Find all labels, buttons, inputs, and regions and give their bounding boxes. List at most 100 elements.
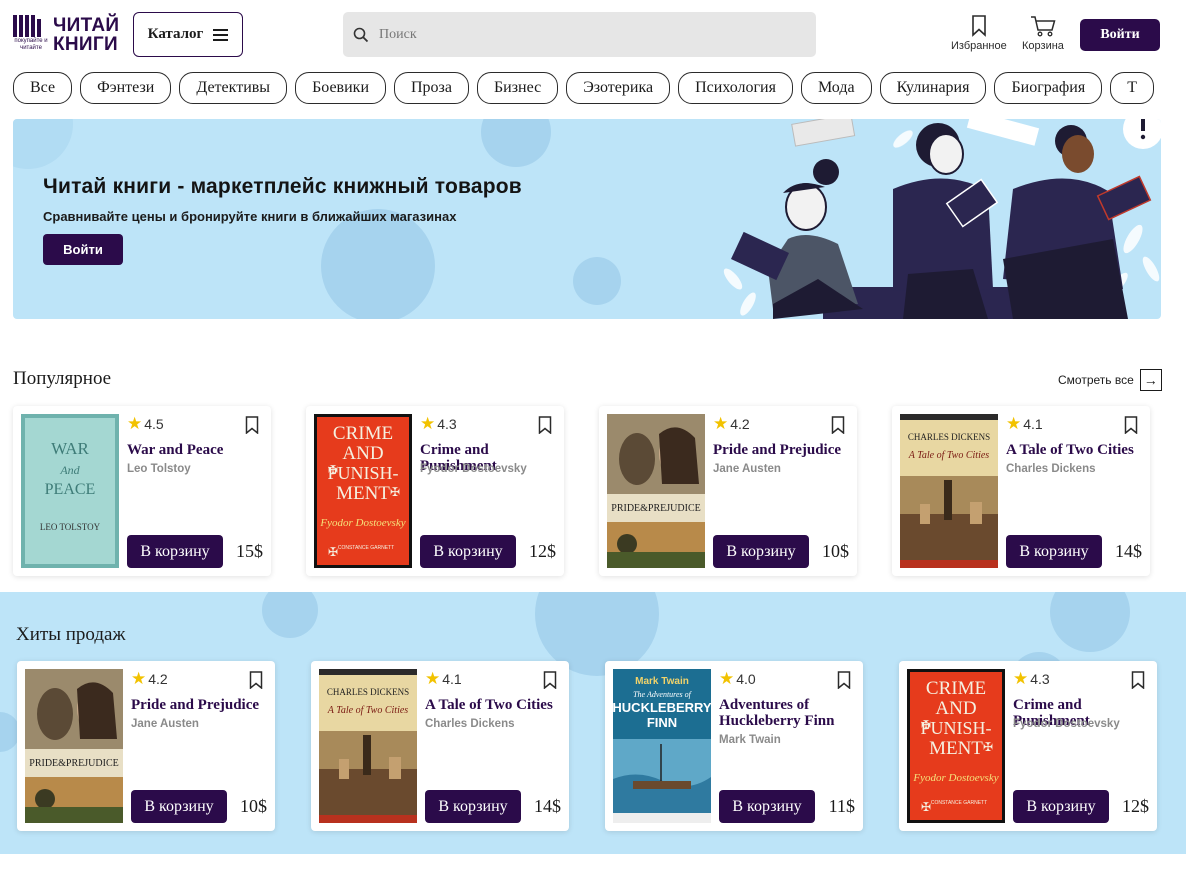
svg-text:MENT: MENT <box>929 738 983 759</box>
svg-text:CRIME: CRIME <box>926 678 986 699</box>
bookmark-icon[interactable] <box>245 416 259 434</box>
book-card[interactable]: CHARLES DICKENS A Tale of Two Cities ★ 4… <box>311 661 569 831</box>
svg-text:CHARLES DICKENS: CHARLES DICKENS <box>908 432 990 442</box>
price: 14$ <box>534 796 561 816</box>
book-cover[interactable]: WAR And PEACE LEO TOLSTOY <box>21 414 119 568</box>
logo[interactable]: покупайте и читайте ЧИТАЙ КНИГИ <box>13 15 119 55</box>
rating: ★ 4.5 <box>127 415 164 432</box>
star-icon: ★ <box>719 669 735 688</box>
reading-people-illustration <box>723 119 1161 319</box>
book-card[interactable]: CRIME AND PUNISH- MENT Fyodor Dostoevsky… <box>899 661 1157 831</box>
book-title[interactable]: Pride and Prejudice <box>713 442 843 458</box>
rating-value: 4.2 <box>730 415 750 432</box>
add-to-cart-button[interactable]: В корзину <box>425 790 521 823</box>
category-chip[interactable]: Биография <box>994 72 1103 104</box>
svg-text:A Tale of Two Cities: A Tale of Two Cities <box>327 705 408 716</box>
rating-value: 4.0 <box>736 670 756 687</box>
add-to-cart-button[interactable]: В корзину <box>1013 790 1109 823</box>
favorites-link[interactable]: Избранное <box>951 15 1007 52</box>
login-button[interactable]: Войти <box>1080 19 1160 51</box>
rating-value: 4.1 <box>1023 415 1043 432</box>
book-card[interactable]: PRIDE&PREJUDICE ★ 4.2 Pride and Prejudic… <box>599 406 857 576</box>
add-to-cart-button[interactable]: В корзину <box>127 535 223 568</box>
book-card[interactable]: WAR And PEACE LEO TOLSTOY ★ 4.5 War and … <box>13 406 271 576</box>
book-cover[interactable]: CHARLES DICKENS A Tale of Two Cities <box>900 414 998 568</box>
logo-line-2: КНИГИ <box>53 34 118 55</box>
bookmark-icon[interactable] <box>543 671 557 689</box>
svg-text:LEO TOLSTOY: LEO TOLSTOY <box>40 522 101 532</box>
see-all-link[interactable]: Смотреть все → <box>1058 369 1162 391</box>
book-title[interactable]: A Tale of Two Cities <box>425 697 555 713</box>
add-to-cart-button[interactable]: В корзину <box>420 535 516 568</box>
svg-text:PRIDE&PREJUDICE: PRIDE&PREJUDICE <box>611 503 700 514</box>
add-to-cart-button[interactable]: В корзину <box>1006 535 1102 568</box>
logo-line-1: ЧИТАЙ <box>53 15 120 36</box>
star-icon: ★ <box>425 669 441 688</box>
book-cover[interactable]: PRIDE&PREJUDICE <box>607 414 705 568</box>
star-icon: ★ <box>127 414 143 433</box>
cart-label: Корзина <box>1022 40 1064 52</box>
category-chip[interactable]: Кулинария <box>879 72 987 104</box>
category-chip[interactable]: Мода <box>800 72 872 104</box>
book-title[interactable]: Pride and Prejudice <box>131 697 261 713</box>
book-card[interactable]: PRIDE&PREJUDICE ★ 4.2 Pride and Prejudic… <box>17 661 275 831</box>
search-bar[interactable] <box>343 12 816 57</box>
svg-text:MENT: MENT <box>336 483 390 504</box>
banner-login-button[interactable]: Войти <box>43 234 123 265</box>
category-chip[interactable]: Фэнтези <box>80 72 172 104</box>
book-cover[interactable]: Mark Twain The Adventures of HUCKLEBERRY… <box>613 669 711 823</box>
add-to-cart-button[interactable]: В корзину <box>713 535 809 568</box>
book-title[interactable]: A Tale of Two Cities <box>1006 442 1136 458</box>
svg-text:AND: AND <box>935 698 976 719</box>
search-input[interactable] <box>379 26 799 43</box>
bookmark-icon[interactable] <box>1124 416 1138 434</box>
svg-text:✠: ✠ <box>390 485 400 499</box>
bookmark-icon[interactable] <box>1131 671 1145 689</box>
rating-value: 4.3 <box>437 415 457 432</box>
catalog-button[interactable]: Каталог <box>133 12 243 57</box>
book-author: Mark Twain <box>719 734 781 746</box>
star-icon: ★ <box>713 414 729 433</box>
svg-text:PEACE: PEACE <box>45 481 96 498</box>
category-chip[interactable]: Психология <box>678 72 793 104</box>
category-chip[interactable]: Детективы <box>179 72 288 104</box>
category-chip[interactable]: Т <box>1110 72 1154 104</box>
logo-tagline: покупайте и читайте <box>14 38 48 51</box>
bookmark-icon[interactable] <box>249 671 263 689</box>
cart-icon <box>1030 16 1056 37</box>
cart-link[interactable]: Корзина <box>1022 15 1064 52</box>
book-card[interactable]: CHARLES DICKENS A Tale of Two Cities ★ 4… <box>892 406 1150 576</box>
svg-text:✠: ✠ <box>921 800 931 814</box>
book-card[interactable]: CRIME AND PUNISH- MENT Fyodor Dostoevsky… <box>306 406 564 576</box>
bookmark-icon[interactable] <box>837 671 851 689</box>
bookmark-icon[interactable] <box>538 416 552 434</box>
rating: ★ 4.2 <box>713 415 750 432</box>
book-cover[interactable]: CRIME AND PUNISH- MENT Fyodor Dostoevsky… <box>314 414 412 568</box>
book-title[interactable]: Adventures of Huckleberry Finn <box>719 697 849 729</box>
star-icon: ★ <box>1013 669 1029 688</box>
category-chip[interactable]: Все <box>13 72 73 104</box>
svg-text:CHARLES DICKENS: CHARLES DICKENS <box>327 687 409 697</box>
add-to-cart-button[interactable]: В корзину <box>131 790 227 823</box>
svg-text:CRIME: CRIME <box>333 423 393 444</box>
book-title[interactable]: War and Peace <box>127 442 257 458</box>
category-chip[interactable]: Боевики <box>295 72 386 104</box>
price: 11$ <box>828 796 855 816</box>
rating: ★ 4.1 <box>1006 415 1043 432</box>
bookmark-icon[interactable] <box>831 416 845 434</box>
book-card[interactable]: Mark Twain The Adventures of HUCKLEBERRY… <box>605 661 863 831</box>
banner-title: Читай книги - маркетплейс книжный товаро… <box>43 175 522 198</box>
book-cover[interactable]: CHARLES DICKENS A Tale of Two Cities <box>319 669 417 823</box>
book-cover[interactable]: CRIME AND PUNISH- MENT Fyodor Dostoevsky… <box>907 669 1005 823</box>
svg-text:AND: AND <box>342 443 383 464</box>
svg-text:And: And <box>59 463 80 477</box>
category-chip[interactable]: Эзотерика <box>566 72 671 104</box>
add-to-cart-button[interactable]: В корзину <box>719 790 815 823</box>
svg-text:PUNISH-: PUNISH- <box>920 718 991 738</box>
category-chip[interactable]: Бизнес <box>476 72 559 104</box>
price: 10$ <box>240 796 267 816</box>
promo-banner: Читай книги - маркетплейс книжный товаро… <box>13 119 1161 319</box>
book-cover[interactable]: PRIDE&PREJUDICE <box>25 669 123 823</box>
book-author: Jane Austen <box>713 463 781 475</box>
category-chip[interactable]: Проза <box>394 72 469 104</box>
